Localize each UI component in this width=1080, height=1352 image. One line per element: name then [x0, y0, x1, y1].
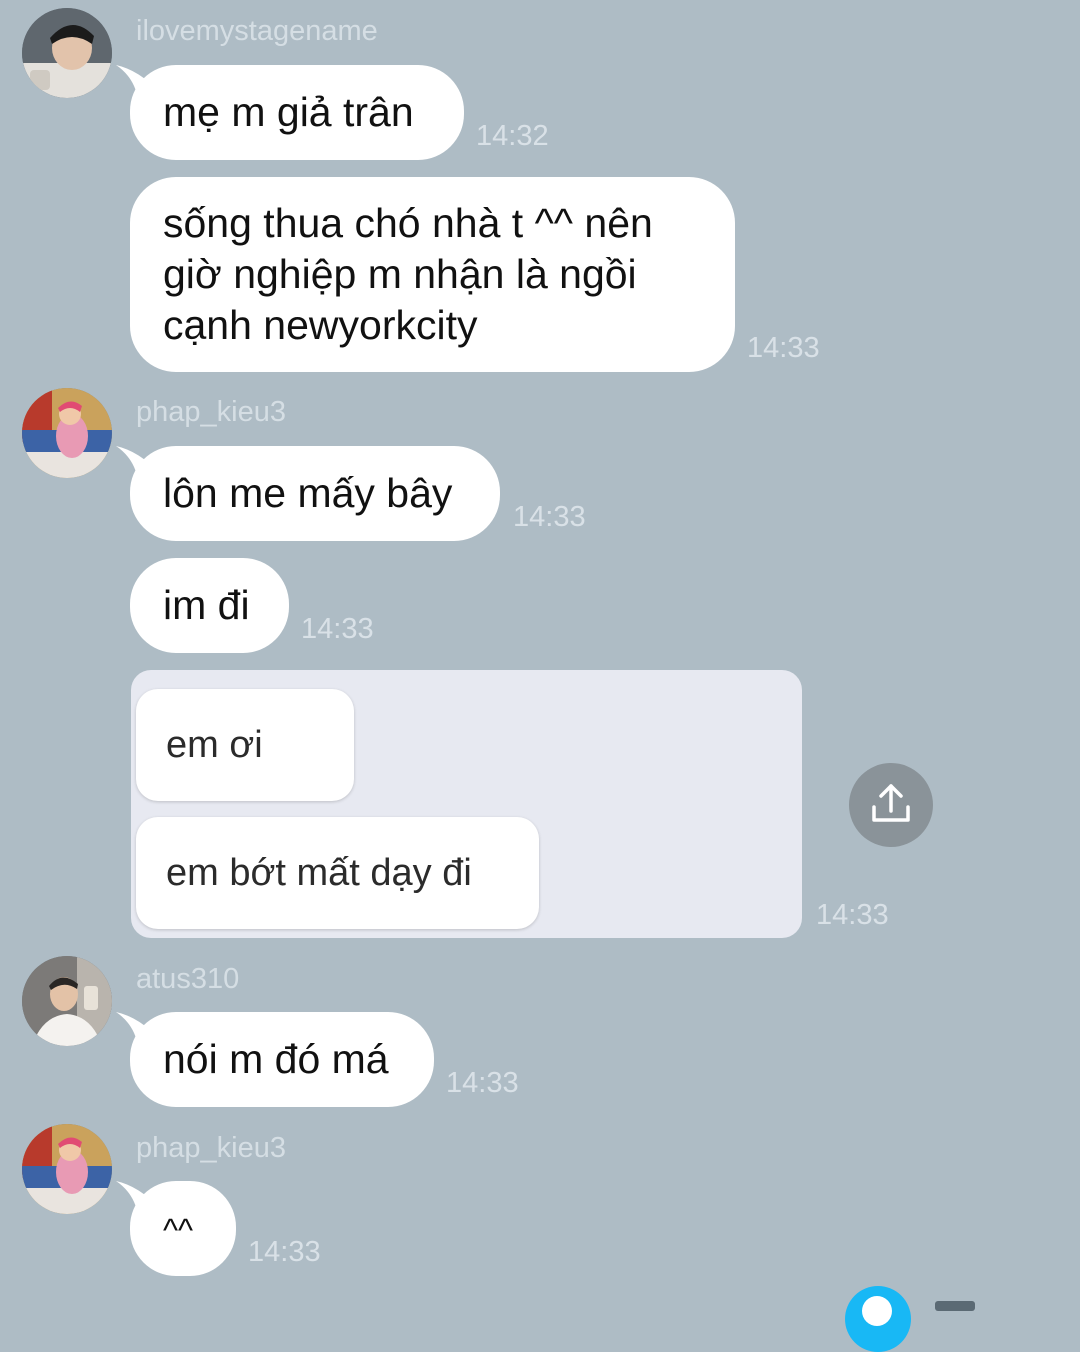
message-text: mẹ m giả trân: [163, 89, 414, 135]
photo-text: em bớt mất dạy đi: [166, 852, 472, 894]
message-time: 14:33: [446, 1067, 519, 1099]
avatar-phap-kieu3[interactable]: [22, 388, 112, 478]
username-label: phap_kieu3: [136, 1132, 286, 1164]
username-label: atus310: [136, 963, 240, 995]
photo-chip: em ơi: [136, 689, 354, 801]
message-bubble[interactable]: ^^: [116, 1181, 236, 1276]
username-label: ilovemystagename: [136, 15, 378, 47]
message-bubble[interactable]: lôn me mấy bây: [116, 446, 500, 541]
message-bubble[interactable]: mẹ m giả trân: [116, 65, 464, 160]
bottom-partial-element: [935, 1301, 975, 1311]
message-text: lôn me mấy bây: [163, 470, 453, 516]
message-text: sống thua chó nhà t ^^ nên giờ nghiệp m …: [163, 200, 653, 348]
bottom-action-icon: [862, 1296, 892, 1326]
photo-chip: em bớt mất dạy đi: [136, 817, 539, 929]
message-time: 14:33: [816, 899, 889, 931]
message-bubble[interactable]: im đi: [130, 558, 289, 653]
photo-message[interactable]: em ơi em bớt mất dạy đi: [131, 670, 802, 938]
message-time: 14:32: [476, 120, 549, 152]
avatar-atus310[interactable]: [22, 956, 112, 1046]
bubble-tail-icon: [116, 446, 150, 480]
message-text: im đi: [163, 582, 250, 628]
message-time: 14:33: [301, 613, 374, 645]
message-time: 14:33: [513, 501, 586, 533]
share-upload-icon: [872, 784, 910, 822]
share-button[interactable]: [849, 763, 933, 847]
bubble-tail-icon: [116, 65, 150, 99]
avatar-ilovemystagename[interactable]: [22, 8, 112, 98]
message-bubble[interactable]: sống thua chó nhà t ^^ nên giờ nghiệp m …: [130, 177, 735, 372]
photo-text: em ơi: [166, 724, 263, 766]
bubble-tail-icon: [116, 1181, 150, 1215]
message-text: ^^: [163, 1212, 194, 1248]
message-bubble[interactable]: nói m đó má: [116, 1012, 434, 1107]
message-text: nói m đó má: [163, 1036, 389, 1082]
username-label: phap_kieu3: [136, 396, 286, 428]
message-time: 14:33: [747, 332, 820, 364]
avatar-phap-kieu3[interactable]: [22, 1124, 112, 1214]
bubble-tail-icon: [116, 1012, 150, 1046]
message-time: 14:33: [248, 1236, 321, 1268]
